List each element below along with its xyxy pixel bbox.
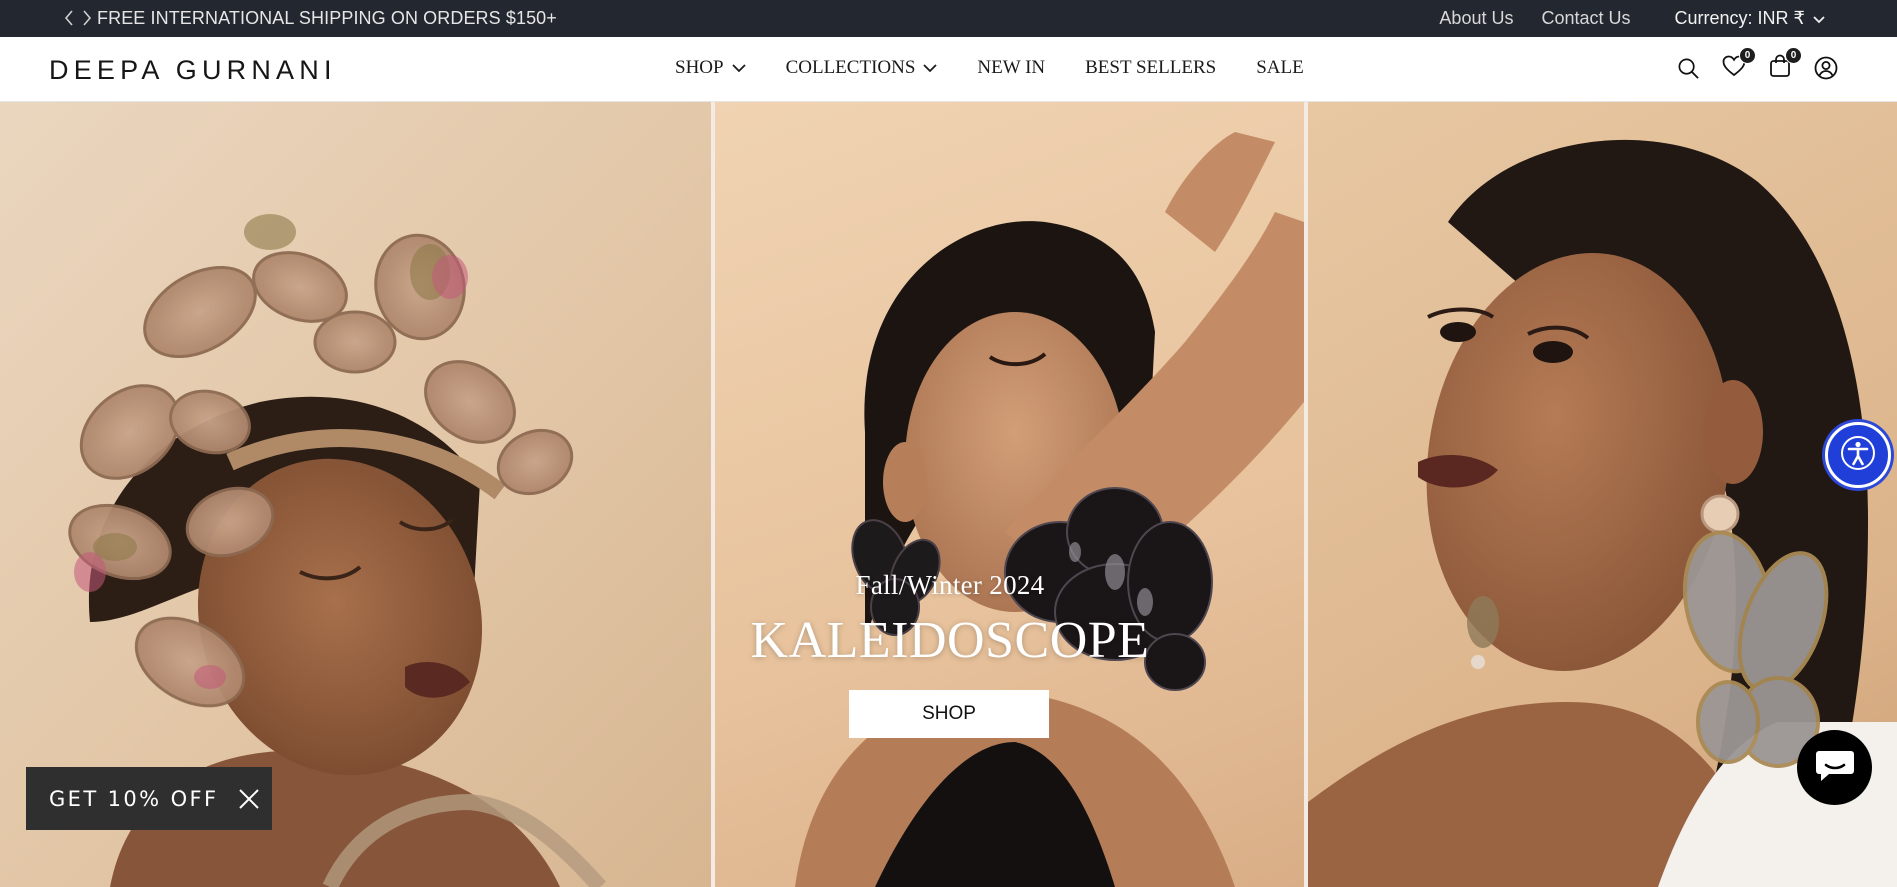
discount-tab[interactable]: GET 10% OFF <box>26 767 272 830</box>
hero-title: KALEIDOSCOPE <box>750 612 1150 669</box>
chevron-down-icon <box>923 63 938 73</box>
nav-item-label: NEW IN <box>977 57 1046 78</box>
discount-label: GET 10% OFF <box>49 786 219 811</box>
hero-copy: Fall/Winter 2024 KALEIDOSCOPE <box>700 570 1200 670</box>
search-icon[interactable] <box>1675 55 1701 81</box>
chat-icon <box>1815 747 1855 788</box>
about-us-link[interactable]: About Us <box>1439 7 1513 29</box>
announcement-arrows <box>62 8 94 28</box>
hero-subtitle: Fall/Winter 2024 <box>855 570 1045 600</box>
utility-links: About Us Contact Us Currency: INR ₹ <box>1439 6 1897 30</box>
chevron-down-icon <box>731 63 746 73</box>
chevron-down-icon <box>1813 8 1825 29</box>
header-icons: 0 0 <box>1675 47 1839 81</box>
brand-logo[interactable]: DEEPA GURNANI <box>49 55 337 86</box>
currency-selector[interactable]: Currency: INR ₹ <box>1675 8 1825 29</box>
nav-item-best-sellers[interactable]: BEST SELLERS <box>1085 57 1216 79</box>
nav-item-label: COLLECTIONS <box>785 57 916 78</box>
nav-item-label: SALE <box>1256 57 1304 78</box>
nav-item-label: SHOP <box>675 57 724 78</box>
announcement-text: FREE INTERNATIONAL SHIPPING ON ORDERS $1… <box>97 8 557 28</box>
chat-button[interactable] <box>1797 730 1872 805</box>
wishlist-count-badge: 0 <box>1739 47 1756 64</box>
cart-count-badge: 0 <box>1785 47 1802 64</box>
chevron-left-icon[interactable] <box>62 8 76 28</box>
wishlist-button[interactable]: 0 <box>1721 47 1756 81</box>
close-icon[interactable] <box>238 788 260 810</box>
hero-banner[interactable]: Fall/Winter 2024 KALEIDOSCOPE <box>0 102 1897 887</box>
nav-item-new-in[interactable]: NEW IN <box>977 57 1045 79</box>
contact-us-link[interactable]: Contact Us <box>1541 7 1630 29</box>
nav-item-collections[interactable]: COLLECTIONS <box>786 57 938 79</box>
account-icon[interactable] <box>1813 55 1839 81</box>
nav-item-sale[interactable]: SALE <box>1256 57 1304 79</box>
announcement-bar: FREE INTERNATIONAL SHIPPING ON ORDERS $1… <box>0 0 1897 37</box>
accessibility-icon <box>1838 433 1878 478</box>
nav-item-label: BEST SELLERS <box>1085 57 1217 78</box>
hero-image-black-bracelet <box>715 102 1304 887</box>
chevron-right-icon[interactable] <box>80 8 94 28</box>
nav-item-shop[interactable]: SHOP <box>675 57 746 79</box>
currency-label: Currency: INR ₹ <box>1674 7 1805 28</box>
main-nav: SHOP COLLECTIONS NEW IN BEST SELLERS SAL… <box>675 57 1344 79</box>
site-header: DEEPA GURNANI SHOP COLLECTIONS NEW IN BE… <box>0 37 1897 102</box>
hero-shop-button[interactable]: SHOP <box>849 690 1049 738</box>
cart-button[interactable]: 0 <box>1767 47 1802 81</box>
accessibility-button[interactable] <box>1825 422 1891 488</box>
